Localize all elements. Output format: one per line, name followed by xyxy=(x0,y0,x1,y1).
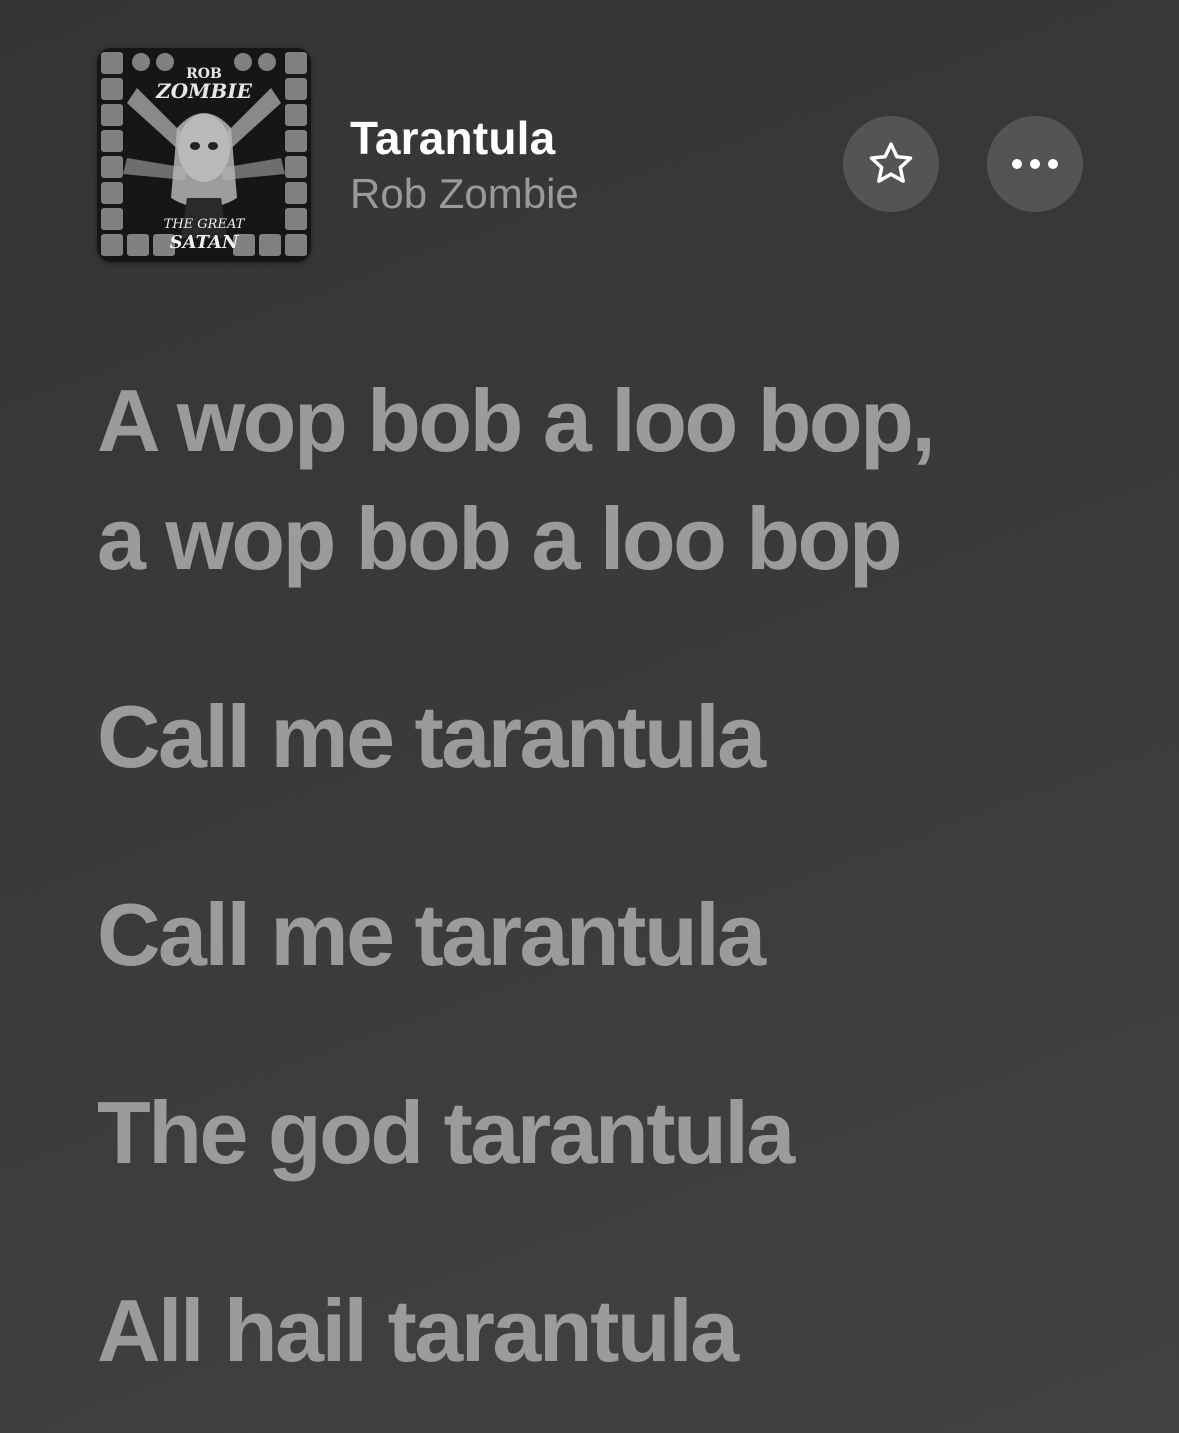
lyric-line[interactable]: All hail tarantula xyxy=(97,1272,1097,1390)
artist-name[interactable]: Rob Zombie xyxy=(350,166,579,222)
song-title: Tarantula xyxy=(350,112,556,164)
more-options-button[interactable] xyxy=(987,116,1083,212)
lyric-line[interactable]: The god tarantula xyxy=(97,1074,1097,1192)
svg-text:THE GREAT: THE GREAT xyxy=(164,217,246,232)
song-info[interactable]: Tarantula Rob Zombie xyxy=(350,110,579,222)
svg-text:ZOMBIE: ZOMBIE xyxy=(155,79,252,103)
lyric-line[interactable]: Call me tarantula xyxy=(97,876,1097,994)
lyrics-view[interactable]: A wop bob a loo bop, a wop bob a loo bop… xyxy=(97,362,1097,1433)
ellipsis-icon xyxy=(1012,159,1058,169)
lyric-line[interactable]: Call me tarantula xyxy=(97,678,1097,796)
star-outline-icon xyxy=(869,142,913,183)
lyric-line[interactable]: A wop bob a loo bop, a wop bob a loo bop xyxy=(97,362,1097,598)
album-artwork-image: ROB ZOMBIE THE GREAT SATAN xyxy=(97,48,311,262)
svg-text:SATAN: SATAN xyxy=(170,232,240,253)
now-playing-header: ROB ZOMBIE THE GREAT SATAN Tarantula Rob… xyxy=(0,0,1179,300)
album-artwork[interactable]: ROB ZOMBIE THE GREAT SATAN xyxy=(97,48,311,262)
favorite-button[interactable] xyxy=(843,116,939,212)
